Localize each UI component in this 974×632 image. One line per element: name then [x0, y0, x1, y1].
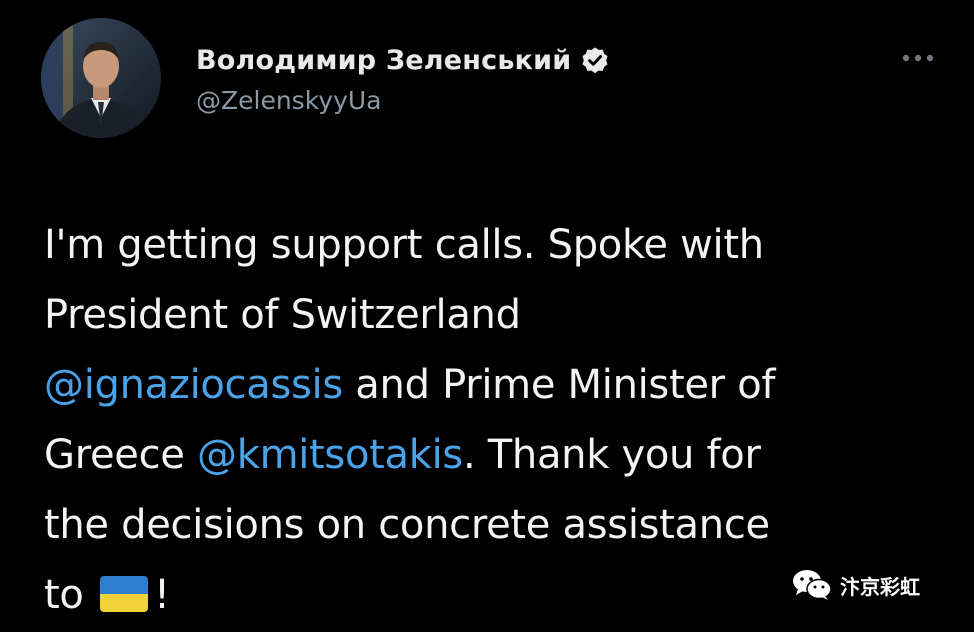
tweet-line: I'm getting support calls. Spoke with [44, 210, 944, 280]
text-segment: . Thank you for [462, 432, 761, 478]
tweet-text: I'm getting support calls. Spoke with Pr… [44, 210, 944, 630]
watermark-text: 汴京彩虹 [840, 574, 920, 599]
avatar[interactable] [41, 18, 161, 138]
text-segment: I'm getting support calls. Spoke with [44, 222, 764, 268]
mention-link[interactable]: @kmitsotakis [197, 432, 463, 478]
mention-link[interactable]: @ignaziocassis [44, 362, 343, 408]
tweet-line: President of Switzerland [44, 280, 944, 350]
ukraine-flag-icon [99, 576, 148, 612]
more-horizontal-icon [902, 54, 934, 62]
profile-photo-icon [41, 18, 161, 138]
author-block: Володимир Зеленський @ZelenskyyUa [196, 40, 611, 115]
watermark: 汴京彩虹 [792, 568, 920, 602]
wechat-icon [793, 570, 832, 600]
more-options-button[interactable] [896, 48, 940, 68]
display-name[interactable]: Володимир Зеленський [196, 45, 571, 76]
tweet-line: the decisions on concrete assistance [44, 490, 944, 560]
tweet-line: @ignaziocassis and Prime Minister of [44, 350, 944, 420]
text-segment: the decisions on concrete assistance [44, 502, 770, 548]
tweet-line: Greece @kmitsotakis. Thank you for [44, 420, 944, 490]
text-segment: and Prime Minister of [342, 362, 776, 408]
handle[interactable]: @ZelenskyyUa [196, 86, 611, 115]
name-row: Володимир Зеленський [196, 40, 611, 80]
text-segment: to [44, 572, 96, 618]
verified-badge-icon [579, 44, 611, 76]
text-segment: ! [153, 572, 170, 618]
tweet-card: Володимир Зеленський @ZelenskyyUa I'm ge… [0, 0, 974, 632]
text-segment: Greece [44, 432, 197, 478]
text-segment: President of Switzerland [44, 292, 521, 338]
